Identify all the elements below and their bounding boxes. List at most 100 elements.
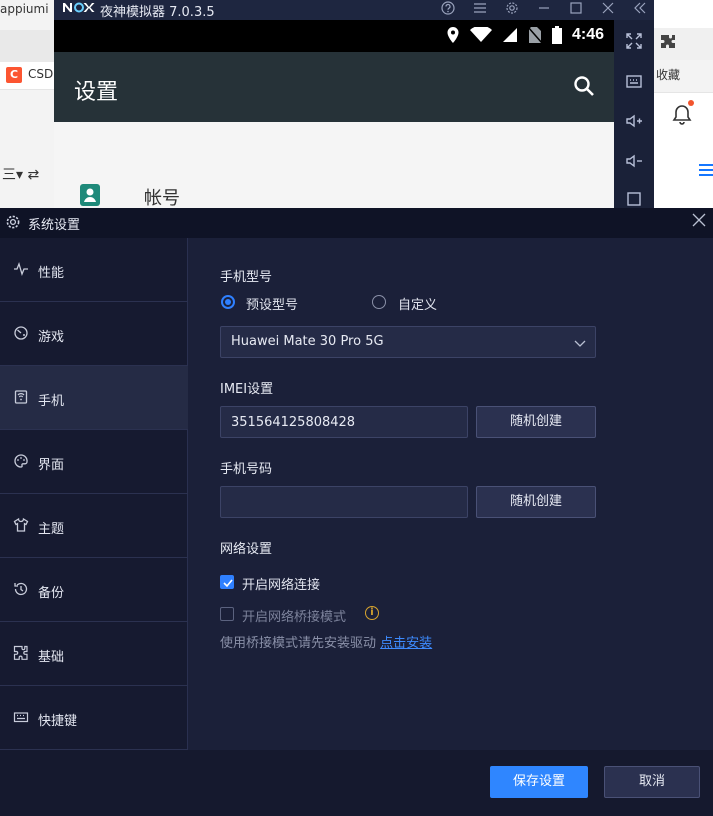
custom-model-radio[interactable] xyxy=(372,295,386,309)
nav-label: 快捷键 xyxy=(38,714,78,729)
nav-label: 基础 xyxy=(38,650,65,665)
page-toolbar-text[interactable]: 三▾ ⇄ xyxy=(2,164,39,184)
emulator-window-controls xyxy=(440,0,648,20)
nav-label: 界面 xyxy=(38,458,65,473)
volume-up-icon[interactable] xyxy=(624,112,644,132)
gear-icon[interactable] xyxy=(504,1,520,19)
cancel-button[interactable]: 取消 xyxy=(604,766,700,798)
bookmark-csdn[interactable]: CSD xyxy=(28,67,53,81)
chevron-down-icon xyxy=(573,336,587,350)
help-icon[interactable] xyxy=(440,1,456,19)
nav-item-performance[interactable]: 性能 xyxy=(0,238,188,302)
maximize-icon[interactable] xyxy=(568,1,584,19)
nox-logo xyxy=(62,0,96,18)
enable-network-checkbox[interactable] xyxy=(220,575,234,589)
browser-tab-title[interactable]: appiumi xyxy=(0,2,54,16)
fullscreen-icon[interactable] xyxy=(624,32,644,52)
screen-icon[interactable] xyxy=(624,190,644,210)
bell-icon[interactable] xyxy=(672,104,692,126)
phone-number-label: 手机号码 xyxy=(220,462,273,477)
info-icon[interactable]: i xyxy=(365,606,379,620)
phone-number-random-button[interactable]: 随机创建 xyxy=(476,486,596,518)
phone-model-select[interactable]: Huawei Mate 30 Pro 5G xyxy=(220,326,596,358)
wifi-icon xyxy=(469,27,492,42)
phone-model-value: Huawei Mate 30 Pro 5G xyxy=(231,334,384,349)
status-time: 4:46 xyxy=(571,26,604,43)
imei-label: IMEI设置 xyxy=(220,382,274,397)
extensions-icon[interactable] xyxy=(660,34,676,54)
bridge-mode-label: 开启网络桥接模式 xyxy=(242,610,347,625)
nav-item-game[interactable]: 游戏 xyxy=(0,302,188,366)
browser-right-strip: 收藏 xyxy=(654,0,713,210)
pulse-icon xyxy=(12,261,30,279)
shirt-icon xyxy=(12,517,30,535)
imei-input[interactable] xyxy=(220,406,468,438)
custom-model-label[interactable]: 自定义 xyxy=(398,294,437,313)
browser-left-strip: appiumi C CSD 三▾ ⇄ xyxy=(0,0,54,210)
install-driver-link[interactable]: 点击安装 xyxy=(380,636,432,651)
nav-label: 手机 xyxy=(38,394,65,409)
search-icon[interactable] xyxy=(572,74,596,98)
minimize-icon[interactable] xyxy=(536,1,552,19)
nav-item-phone[interactable]: 手机 xyxy=(0,366,188,430)
dialog-close-button[interactable] xyxy=(691,213,707,231)
phone-icon xyxy=(12,389,30,407)
appbar-title: 设置 xyxy=(74,80,119,105)
android-status-bar: 4:46 xyxy=(54,20,614,52)
imei-random-button[interactable]: 随机创建 xyxy=(476,406,596,438)
dialog-footer: 保存设置 取消 xyxy=(0,750,713,816)
location-icon xyxy=(447,27,459,43)
emulator-title: 夜神模拟器 7.0.3.5 xyxy=(100,5,215,20)
nav-item-basic[interactable]: 基础 xyxy=(0,622,188,686)
enable-network-label[interactable]: 开启网络连接 xyxy=(242,574,320,593)
bridge-hint-text: 使用桥接模式请先安装驱动 xyxy=(220,636,377,651)
nav-item-backup[interactable]: 备份 xyxy=(0,558,188,622)
menu-icon[interactable] xyxy=(472,1,488,19)
system-settings-dialog: 系统设置 性能 游戏 手机 界面 主题 备份 基础 快捷键 手机型号 预设型号 … xyxy=(0,208,713,816)
puzzle-icon xyxy=(12,645,30,663)
signal-icon xyxy=(502,28,517,42)
gamepad-icon xyxy=(12,325,30,343)
bridge-hint: 使用桥接模式请先安装驱动 点击安装 xyxy=(220,632,432,651)
save-settings-button[interactable]: 保存设置 xyxy=(490,766,588,798)
android-settings-list: 帐号 xyxy=(54,122,614,210)
nav-item-shortcuts[interactable]: 快捷键 xyxy=(0,686,188,750)
volume-down-icon[interactable] xyxy=(624,152,644,172)
csdn-logo-icon[interactable]: C xyxy=(6,67,22,83)
browser-toolbar xyxy=(0,30,54,62)
settings-nav: 性能 游戏 手机 界面 主题 备份 基础 快捷键 xyxy=(0,238,188,750)
emulator-titlebar: 夜神模拟器 7.0.3.5 xyxy=(54,0,654,20)
notification-dot xyxy=(688,100,694,106)
dialog-titlebar: 系统设置 xyxy=(0,208,713,238)
nav-item-theme[interactable]: 主题 xyxy=(0,494,188,558)
page-toolbar: 三▾ ⇄ xyxy=(0,160,54,188)
no-sim-icon xyxy=(527,26,542,44)
account-icon xyxy=(80,184,100,206)
palette-icon xyxy=(12,453,30,471)
nav-item-interface[interactable]: 界面 xyxy=(0,430,188,494)
bookmark-row: C CSD xyxy=(0,62,54,90)
browser-tabbar xyxy=(654,0,713,28)
close-icon[interactable] xyxy=(600,1,616,19)
menu-icon[interactable] xyxy=(698,162,713,183)
account-item-label[interactable]: 帐号 xyxy=(144,184,180,210)
history-icon xyxy=(12,581,30,599)
favorites-label[interactable]: 收藏 xyxy=(656,66,680,83)
preset-model-label[interactable]: 预设型号 xyxy=(246,294,298,313)
phone-settings-panel: 手机型号 预设型号 自定义 Huawei Mate 30 Pro 5G IMEI… xyxy=(188,238,713,750)
nav-label: 性能 xyxy=(38,266,65,281)
emulator-sidebar xyxy=(614,20,654,210)
collapse-sidebar-icon[interactable] xyxy=(632,1,648,19)
dialog-title: 系统设置 xyxy=(28,218,81,233)
phone-number-input[interactable] xyxy=(220,486,468,518)
preset-model-radio[interactable] xyxy=(221,295,235,309)
network-settings-label: 网络设置 xyxy=(220,542,273,557)
nav-label: 主题 xyxy=(38,522,65,537)
battery-icon xyxy=(551,26,562,44)
android-appbar: 设置 xyxy=(54,52,614,122)
status-icons: 4:46 xyxy=(446,26,604,44)
bridge-mode-checkbox[interactable] xyxy=(220,607,234,621)
keyboard-mapping-icon[interactable] xyxy=(624,72,644,92)
nav-label: 游戏 xyxy=(38,330,65,345)
keyboard-icon xyxy=(12,709,30,727)
